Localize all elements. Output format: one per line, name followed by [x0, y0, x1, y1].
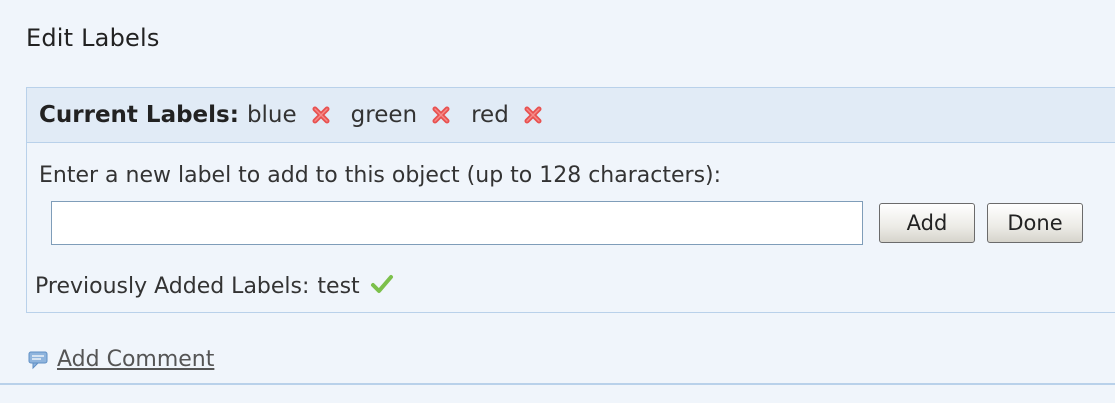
current-labels-heading: Current Labels:: [39, 102, 239, 128]
check-icon: [370, 274, 393, 293]
current-labels-bar: Current Labels: blue green red: [27, 88, 1115, 143]
done-button[interactable]: Done: [987, 203, 1083, 243]
label-tag-text: blue: [246, 102, 297, 128]
new-label-input[interactable]: [51, 201, 863, 245]
label-tag-text: green: [350, 102, 418, 128]
speech-bubble-icon: [28, 351, 48, 369]
close-icon[interactable]: [311, 105, 331, 125]
label-tag-red: red: [471, 102, 543, 128]
labels-panel: Current Labels: blue green red Enter a n…: [26, 87, 1115, 313]
previously-added-heading: Previously Added Labels:: [35, 274, 310, 299]
label-tag-blue: blue: [247, 102, 331, 128]
add-button[interactable]: Add: [879, 203, 975, 243]
close-icon[interactable]: [523, 105, 543, 125]
page-title: Edit Labels: [26, 24, 160, 52]
label-tag-text: red: [471, 102, 509, 128]
edit-labels-page: Edit Labels Current Labels: blue green r…: [0, 0, 1115, 403]
previously-added-labels: Previously Added Labels: test: [35, 274, 394, 299]
close-icon[interactable]: [431, 105, 451, 125]
new-label-instruction: Enter a new label to add to this object …: [39, 163, 722, 188]
add-comment-row: Add Comment: [27, 347, 214, 372]
add-comment-link[interactable]: Add Comment: [57, 347, 214, 372]
divider: [0, 383, 1115, 385]
previously-added-value: test: [317, 274, 360, 299]
label-tag-green: green: [351, 102, 451, 128]
